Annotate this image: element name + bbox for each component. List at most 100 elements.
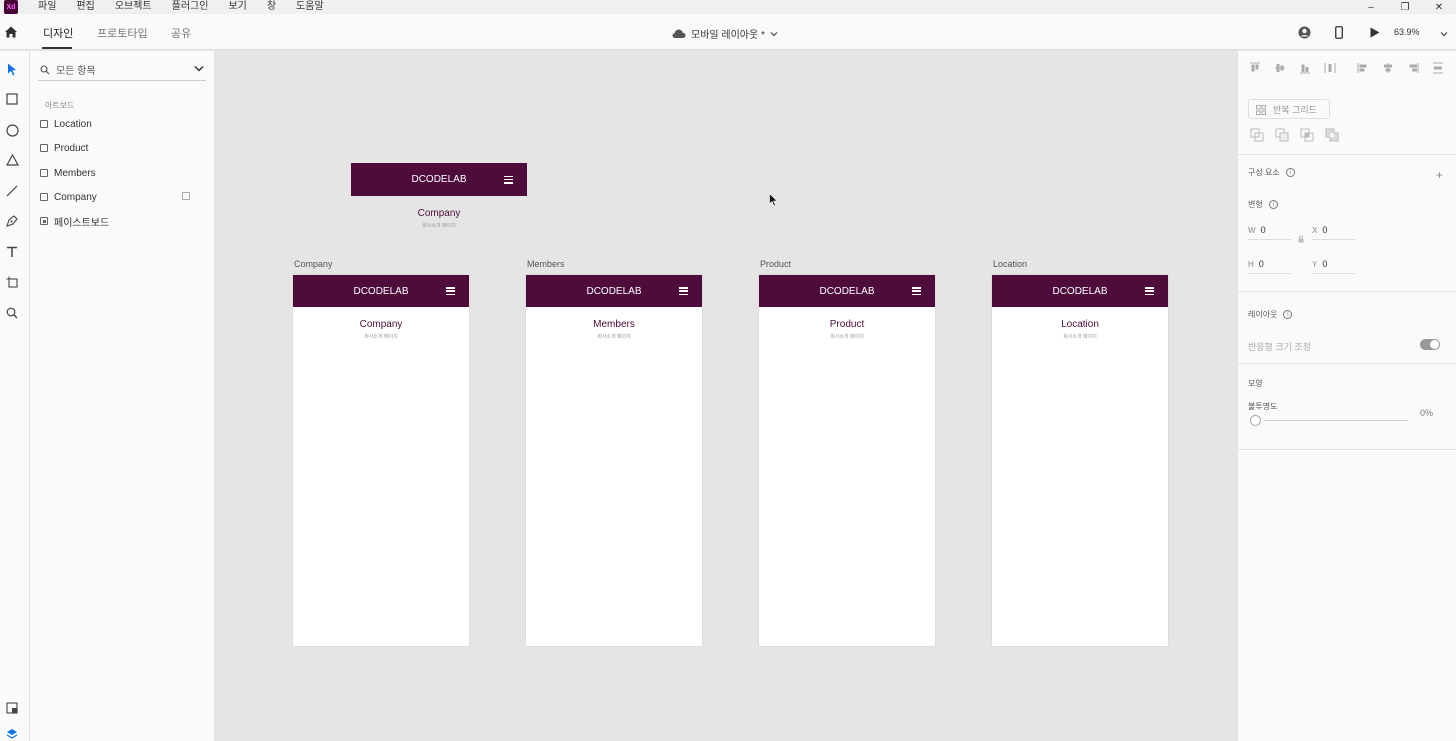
search-input[interactable]: 모든 항목 [56, 62, 96, 77]
menu-plugin[interactable]: 플러그인 [172, 0, 209, 14]
repeat-grid-label: 반복 그리드 [1273, 104, 1317, 115]
chevron-down-icon[interactable] [194, 65, 204, 72]
ellipse-tool-icon[interactable] [5, 123, 19, 137]
align-right-icon[interactable] [1406, 61, 1420, 75]
menu-object[interactable]: 오브젝트 [115, 0, 152, 14]
menu-help[interactable]: 도움말 [296, 0, 324, 14]
layer-item-location[interactable]: Location [40, 116, 200, 132]
artboard-page-subtitle: 회사소개 페이지 [830, 334, 864, 340]
assets-icon[interactable] [5, 701, 19, 715]
play-preview-icon[interactable] [1366, 24, 1382, 40]
info-icon[interactable]: i [1285, 168, 1295, 177]
lock-aspect-icon[interactable] [1298, 235, 1304, 243]
artboard-label-members[interactable]: Members [527, 259, 565, 269]
components-label: 구성 요소 [1248, 168, 1280, 177]
zoom-tool-icon[interactable] [5, 306, 19, 320]
artboard-location[interactable]: DCODELAB Location 회사소개 페이지 [992, 275, 1168, 646]
layers-icon[interactable] [5, 727, 19, 741]
menu-view[interactable]: 보기 [228, 0, 246, 14]
select-tool-icon[interactable] [5, 62, 19, 76]
window-controls: – ❐ ✕ [1354, 0, 1456, 14]
menu-edit[interactable]: 편집 [76, 0, 94, 14]
layer-item-members[interactable]: Members [40, 165, 200, 181]
layer-item-pasteboard[interactable]: 페이스트보드 [40, 213, 200, 229]
pasteboard-subtitle[interactable]: 회사소개 페이지 [351, 222, 527, 229]
artboard-company[interactable]: DCODELAB Company 회사소개 페이지 [293, 275, 469, 646]
artboard-label-company[interactable]: Company [294, 259, 333, 269]
artboard-product[interactable]: DCODELAB Product 회사소개 페이지 [759, 275, 935, 646]
restore-button[interactable]: ❐ [1388, 0, 1422, 14]
brand-logo-text: DCODELAB [353, 285, 409, 297]
line-tool-icon[interactable] [5, 184, 19, 198]
width-value[interactable]: 0 [1261, 225, 1266, 235]
distribute-horizontal-icon[interactable] [1431, 61, 1445, 75]
design-canvas[interactable]: DCODELAB Company 회사소개 페이지 Company DCODEL… [216, 51, 1237, 741]
home-artboard-icon[interactable] [182, 192, 190, 200]
artboard-page-subtitle: 회사소개 페이지 [364, 334, 398, 340]
add-boolean-icon[interactable] [1250, 128, 1264, 142]
tab-share[interactable]: 공유 [171, 25, 191, 41]
home-icon[interactable] [4, 25, 18, 39]
device-preview-icon[interactable] [1331, 24, 1347, 40]
mouse-cursor-icon [769, 193, 778, 207]
appearance-label: 모양 [1248, 379, 1263, 388]
responsive-resize-label: 반응형 크기 조정 [1248, 342, 1311, 352]
add-component-button[interactable]: + [1436, 168, 1443, 182]
info-icon[interactable]: i [1283, 310, 1293, 319]
repeat-grid-button[interactable]: 반복 그리드 [1248, 99, 1330, 119]
align-left-icon[interactable] [1356, 61, 1370, 75]
pasteboard-icon [40, 217, 48, 225]
align-middle-icon[interactable] [1273, 61, 1287, 75]
height-field[interactable]: H 0 [1248, 259, 1292, 274]
width-field[interactable]: W 0 [1248, 225, 1292, 240]
artboard-header: DCODELAB [992, 275, 1168, 307]
opacity-value[interactable]: 0% [1420, 408, 1433, 418]
tab-prototype[interactable]: 프로토타입 [97, 25, 148, 41]
menu-window[interactable]: 창 [267, 0, 276, 14]
components-section: 구성 요소 i [1248, 167, 1295, 178]
y-field[interactable]: Y 0 [1312, 259, 1356, 274]
align-top-icon[interactable] [1248, 61, 1262, 75]
intersect-boolean-icon[interactable] [1300, 128, 1314, 142]
height-value[interactable]: 0 [1259, 259, 1264, 269]
opacity-label: 불투명도 [1248, 402, 1278, 411]
user-icon[interactable] [1296, 24, 1312, 40]
rectangle-tool-icon[interactable] [5, 92, 19, 106]
tab-design[interactable]: 디자인 [43, 25, 73, 41]
align-center-icon[interactable] [1381, 61, 1395, 75]
subtract-boolean-icon[interactable] [1275, 128, 1289, 142]
document-title[interactable]: 모바일 레이아웃 * [672, 26, 778, 41]
responsive-resize-toggle[interactable] [1420, 339, 1440, 350]
zoom-level[interactable]: 63.9% [1394, 27, 1420, 37]
layer-item-company[interactable]: Company [40, 189, 200, 205]
opacity-slider-track[interactable] [1264, 420, 1408, 421]
artboard-tool-icon[interactable] [5, 275, 19, 289]
xd-logo: Xd [4, 0, 18, 14]
artboard-members[interactable]: DCODELAB Members 회사소개 페이지 [526, 275, 702, 646]
x-field[interactable]: X 0 [1312, 225, 1356, 240]
layer-item-product[interactable]: Product [40, 140, 200, 156]
menu-file[interactable]: 파일 [38, 0, 56, 14]
y-value[interactable]: 0 [1322, 259, 1327, 269]
align-bottom-icon[interactable] [1298, 61, 1312, 75]
artboard-label-location[interactable]: Location [993, 259, 1027, 269]
distribute-vertical-icon[interactable] [1323, 61, 1337, 75]
layer-item-label: Company [54, 191, 97, 203]
text-tool-icon[interactable] [5, 245, 19, 259]
info-icon[interactable]: i [1268, 200, 1278, 209]
polygon-tool-icon[interactable] [5, 153, 19, 167]
zoom-chevron-icon[interactable] [1440, 31, 1448, 37]
x-value[interactable]: 0 [1322, 225, 1327, 235]
opacity-slider-handle[interactable] [1250, 415, 1261, 426]
divider [1238, 363, 1456, 364]
divider [1238, 291, 1456, 292]
minimize-button[interactable]: – [1354, 0, 1388, 14]
pasteboard-title[interactable]: Company [351, 208, 527, 219]
pen-tool-icon[interactable] [5, 214, 19, 228]
exclude-boolean-icon[interactable] [1325, 128, 1339, 142]
artboard-label-product[interactable]: Product [760, 259, 791, 269]
artboard-page-title: Members [593, 319, 635, 330]
layers-search[interactable]: 모든 항목 [38, 59, 206, 81]
close-button[interactable]: ✕ [1422, 0, 1456, 14]
pasteboard-header[interactable]: DCODELAB [351, 163, 527, 196]
